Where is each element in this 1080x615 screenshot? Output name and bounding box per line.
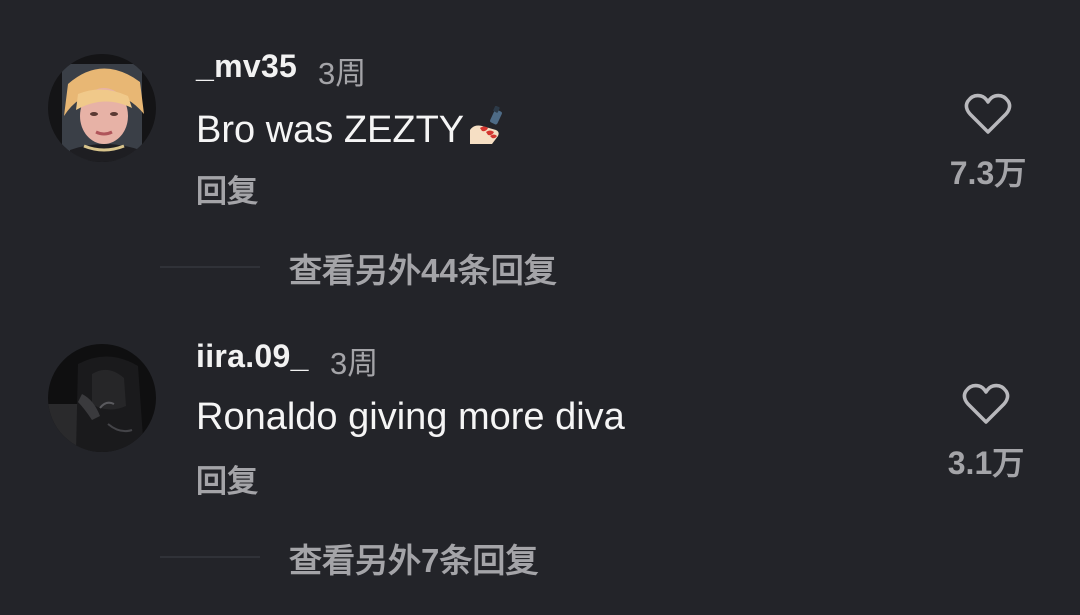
comment-time: 3周 bbox=[330, 346, 379, 381]
comment-text: Ronaldo giving more diva bbox=[196, 396, 625, 439]
reply-button[interactable]: 回复 bbox=[196, 456, 258, 501]
username[interactable]: _mv35 bbox=[196, 48, 297, 85]
like-count: 7.3万 bbox=[949, 155, 1027, 191]
avatar[interactable] bbox=[48, 54, 156, 162]
avatar-image bbox=[48, 54, 156, 162]
comment-text: Bro was ZEZTY bbox=[196, 105, 506, 156]
username[interactable]: iira.09_ bbox=[196, 338, 309, 375]
divider-line bbox=[160, 266, 260, 268]
like-button[interactable]: 7.3万 bbox=[936, 92, 1040, 194]
comment-text-content: Ronaldo giving more diva bbox=[196, 396, 625, 438]
comment-text-content: Bro was ZEZTY bbox=[196, 109, 465, 151]
divider-line bbox=[160, 556, 260, 558]
heart-icon[interactable] bbox=[962, 382, 1010, 426]
like-count: 3.1万 bbox=[947, 445, 1025, 481]
avatar[interactable] bbox=[48, 344, 156, 452]
like-button[interactable]: 3.1万 bbox=[934, 382, 1038, 484]
avatar-image bbox=[48, 344, 156, 452]
heart-icon[interactable] bbox=[964, 92, 1012, 136]
view-more-replies-label[interactable]: 查看另外44条回复 bbox=[289, 244, 557, 292]
nail-polish-icon bbox=[466, 105, 506, 156]
reply-button[interactable]: 回复 bbox=[196, 166, 258, 211]
comment-item: iira.09_ 3周 Ronaldo giving more diva 回复 … bbox=[0, 290, 1080, 580]
comment-item: _mv35 3周 Bro was ZEZTY 回复 7.3万 查看另外44条回复 bbox=[0, 0, 1080, 290]
view-more-replies-label[interactable]: 查看另外7条回复 bbox=[289, 534, 538, 582]
comment-time: 3周 bbox=[318, 56, 367, 91]
